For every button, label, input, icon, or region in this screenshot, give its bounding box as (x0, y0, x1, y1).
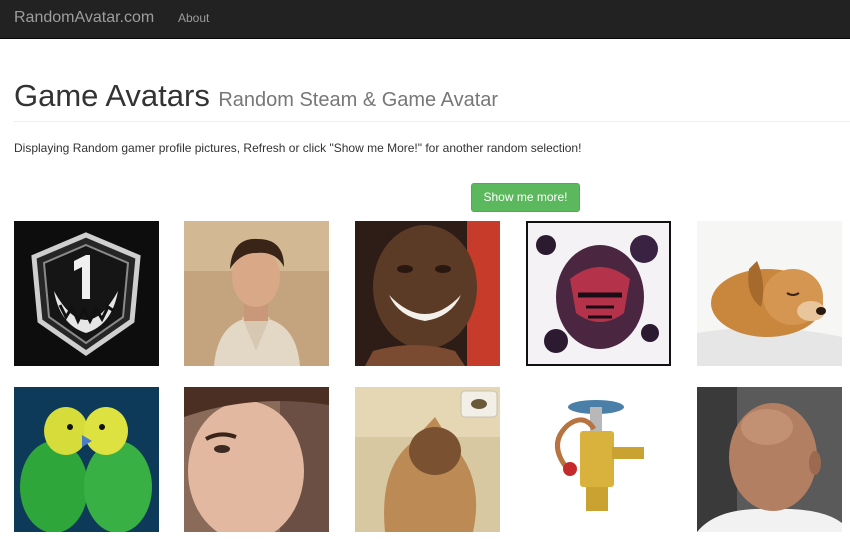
show-more-button[interactable]: Show me more! (471, 183, 580, 212)
brand-link[interactable]: RandomAvatar.com (14, 9, 154, 27)
top-navbar: RandomAvatar.com About (0, 0, 850, 39)
avatar-image-10[interactable] (697, 387, 842, 532)
nav-link-about[interactable]: About (178, 11, 209, 25)
page-header: Game Avatars Random Steam & Game Avatar (14, 78, 850, 122)
avatar-image-6[interactable] (14, 387, 159, 532)
avatar-image-2[interactable] (184, 221, 329, 366)
avatar-image-9[interactable] (526, 387, 671, 532)
avatar-image-7[interactable] (184, 387, 329, 532)
intro-text: Displaying Random gamer profile pictures… (14, 141, 582, 155)
page-title: Game Avatars (14, 78, 210, 113)
avatar-image-5[interactable] (697, 221, 842, 366)
avatar-image-8[interactable] (355, 387, 500, 532)
avatar-image-4[interactable] (526, 221, 671, 366)
avatar-image-3[interactable] (355, 221, 500, 366)
avatar-image-1[interactable] (14, 221, 159, 366)
page-subtitle: Random Steam & Game Avatar (218, 89, 499, 111)
